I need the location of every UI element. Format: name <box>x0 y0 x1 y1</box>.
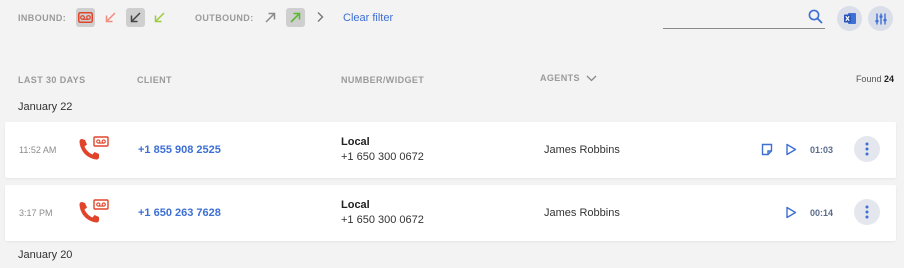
call-duration: 01:03 <box>810 145 834 155</box>
missed-inbound-arrow-icon <box>105 12 116 23</box>
play-icon[interactable] <box>785 143 797 161</box>
play-icon[interactable] <box>785 206 797 224</box>
column-client: CLIENT <box>137 75 172 85</box>
filter-outbound-answered[interactable] <box>286 8 305 27</box>
search-icon[interactable] <box>808 9 823 29</box>
widget-number: +1 650 300 0672 <box>341 151 424 163</box>
filter-outbound-all[interactable] <box>261 8 280 27</box>
inbound-label: INBOUND: <box>18 13 67 23</box>
search-input[interactable] <box>663 7 801 27</box>
client-phone-link[interactable]: +1 855 908 2525 <box>138 144 221 156</box>
search-box <box>663 7 825 29</box>
inbound-arrow-icon <box>154 12 165 23</box>
voicemail-call-icon <box>78 199 112 230</box>
filter-bar: INBOUND: OUTBOUND: Clear filter <box>0 0 904 40</box>
date-group-header: January 20 <box>18 249 73 261</box>
agent-name: James Robbins <box>544 207 620 219</box>
widget-name: Local <box>341 199 370 211</box>
more-vertical-icon <box>865 205 869 219</box>
chevron-down-icon <box>586 75 597 81</box>
voicemail-icon <box>78 12 93 23</box>
call-row[interactable]: 3:17 PM +1 650 263 7628 Local +1 650 300… <box>5 185 896 241</box>
column-agents-dropdown[interactable]: AGENTS <box>540 73 597 83</box>
column-agents-label: AGENTS <box>540 73 580 83</box>
outbound-arrow-icon <box>265 12 276 23</box>
sliders-icon <box>875 13 886 24</box>
filter-inbound-all[interactable] <box>126 8 145 27</box>
outbound-arrow-icon <box>290 12 301 23</box>
found-count: Found 24 <box>856 74 894 84</box>
row-more-button[interactable] <box>854 136 880 162</box>
date-group-header: January 22 <box>18 101 73 113</box>
client-phone-link[interactable]: +1 650 263 7628 <box>138 207 221 219</box>
call-row[interactable]: 11:52 AM +1 855 908 2525 Local +1 650 30… <box>5 122 896 178</box>
call-duration: 00:14 <box>810 208 834 218</box>
found-number: 24 <box>883 74 894 84</box>
call-time: 11:52 AM <box>19 145 57 155</box>
inbound-arrow-icon <box>130 12 141 23</box>
agent-name: James Robbins <box>544 144 620 156</box>
outbound-label: OUTBOUND: <box>195 13 254 23</box>
column-period: LAST 30 DAYS <box>18 75 86 85</box>
clear-filter-link[interactable]: Clear filter <box>343 12 393 24</box>
filter-inbound-missed[interactable] <box>101 8 120 27</box>
filter-inbound-answered[interactable] <box>150 8 169 27</box>
excel-export-icon <box>843 13 856 24</box>
column-number-widget: NUMBER/WIDGET <box>341 75 425 85</box>
more-vertical-icon <box>865 142 869 156</box>
voicemail-call-icon <box>78 136 112 167</box>
excel-export-button[interactable] <box>837 6 862 31</box>
more-filters-chevron-icon[interactable] <box>316 10 324 28</box>
column-settings-button[interactable] <box>868 6 893 31</box>
widget-number: +1 650 300 0672 <box>341 214 424 226</box>
filter-inbound-voicemail[interactable] <box>76 8 95 27</box>
widget-name: Local <box>341 136 370 148</box>
found-label: Found <box>855 74 882 84</box>
note-icon[interactable] <box>761 143 773 161</box>
call-time: 3:17 PM <box>19 208 53 218</box>
row-more-button[interactable] <box>854 199 880 225</box>
